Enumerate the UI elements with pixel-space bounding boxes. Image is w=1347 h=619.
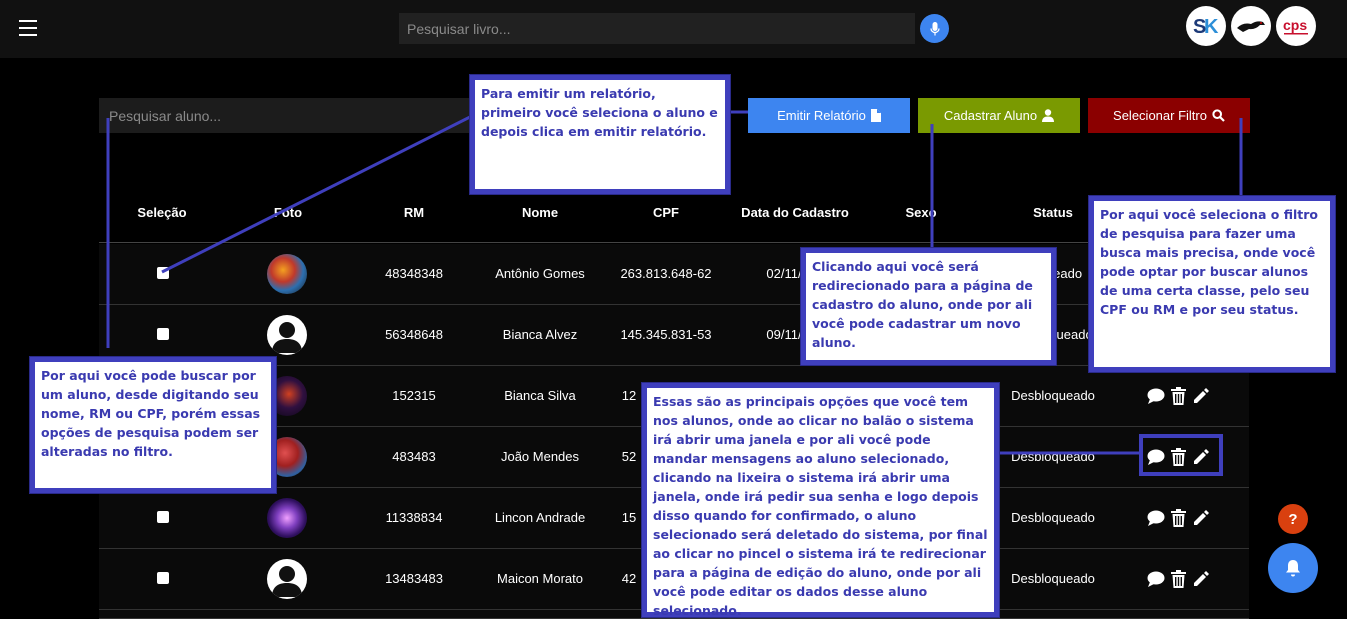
svg-text:K: K [1204, 16, 1219, 38]
svg-text:cps: cps [1283, 17, 1307, 33]
header-cpf: CPF [653, 205, 679, 220]
filter-callout: Por aqui você seleciona o filtro de pesq… [1089, 196, 1335, 372]
avatar [267, 498, 307, 538]
header-selection: Seleção [137, 205, 187, 220]
pencil-icon[interactable] [1192, 387, 1210, 405]
comment-icon[interactable] [1147, 510, 1165, 526]
row-checkbox[interactable] [157, 572, 169, 584]
name-cell: Bianca Silva [504, 388, 576, 403]
actions-callout: Essas são as principais opções que você … [642, 383, 999, 618]
header-photo: Foto [273, 205, 303, 220]
header-rm: RM [403, 205, 425, 220]
comment-icon[interactable] [1147, 388, 1165, 404]
cpf-cell: 263.813.648-62 [620, 266, 712, 281]
rm-cell: 56348648 [385, 327, 443, 342]
emit-report-button[interactable]: Emitir Relatório [748, 98, 910, 133]
cpf-cell: 15 [621, 510, 637, 525]
avatar [267, 315, 307, 355]
microphone-button[interactable] [920, 14, 949, 43]
cpf-cell: 145.345.831-53 [620, 327, 712, 342]
trash-icon[interactable] [1171, 509, 1186, 527]
header-status: Status [1033, 205, 1073, 220]
bell-icon [1286, 560, 1300, 577]
microphone-icon [929, 21, 940, 35]
student-search-input[interactable] [99, 98, 471, 133]
rm-cell: 13483483 [385, 571, 443, 586]
sk-logo: SK [1186, 6, 1226, 46]
select-filter-label: Selecionar Filtro [1113, 108, 1207, 123]
register-student-label: Cadastrar Aluno [943, 108, 1038, 123]
comment-icon[interactable] [1147, 571, 1165, 587]
search-icon [1212, 109, 1225, 122]
name-cell: Bianca Alvez [502, 327, 578, 342]
cpf-cell: 42 [621, 571, 637, 586]
comment-icon[interactable] [1147, 449, 1165, 465]
select-filter-button[interactable]: Selecionar Filtro [1088, 98, 1250, 133]
status-cell: Desbloqueado [1011, 449, 1095, 464]
trash-icon[interactable] [1171, 570, 1186, 588]
pencil-icon[interactable] [1192, 448, 1210, 466]
status-cell: Desbloqueado [1011, 388, 1095, 403]
cpf-cell: 52 [621, 449, 637, 464]
rm-cell: 48348348 [385, 266, 443, 281]
trash-icon[interactable] [1171, 387, 1186, 405]
rm-cell: 483483 [392, 449, 436, 464]
default-user-icon [272, 566, 302, 597]
avatar [267, 254, 307, 294]
header-sex: Sexo [905, 205, 937, 220]
row-checkbox[interactable] [157, 328, 169, 340]
help-button[interactable]: ? [1278, 504, 1308, 534]
search-callout: Por aqui você pode buscar por um aluno, … [30, 357, 276, 493]
file-icon [870, 109, 881, 122]
avatar [267, 559, 307, 599]
top-bar: SK cps [0, 0, 1347, 58]
date-cell: 02/11/ [766, 266, 802, 281]
cpf-cell: 12 [621, 388, 637, 403]
report-callout: Para emitir um relatório, primeiro você … [470, 75, 730, 194]
header-name: Nome [521, 205, 559, 220]
row-actions [1147, 448, 1210, 466]
cps-logo: cps [1276, 6, 1316, 46]
help-icon: ? [1288, 510, 1298, 528]
book-search-input[interactable] [399, 13, 915, 44]
default-user-icon [272, 322, 302, 353]
user-icon [1042, 109, 1055, 122]
table-row[interactable]: 48348348 Antônio Gomes 263.813.648-62 02… [99, 244, 1249, 305]
row-checkbox[interactable] [157, 511, 169, 523]
greyhound-logo [1231, 6, 1271, 46]
header-date: Data do Cadastro [741, 205, 849, 220]
rm-cell: 11338834 [385, 510, 443, 525]
row-actions [1147, 570, 1210, 588]
row-checkbox[interactable] [157, 267, 169, 279]
status-cell: Desbloqueado [1011, 571, 1095, 586]
register-callout: Clicando aqui você será redirecionado pa… [801, 248, 1056, 365]
name-cell: Lincon Andrade [494, 510, 586, 525]
row-actions [1147, 509, 1210, 527]
name-cell: Maicon Morato [497, 571, 583, 586]
row-actions [1147, 387, 1210, 405]
date-cell: 09/11/ [766, 327, 802, 342]
register-student-button[interactable]: Cadastrar Aluno [918, 98, 1080, 133]
emit-report-label: Emitir Relatório [777, 108, 866, 123]
rm-cell: 152315 [392, 388, 436, 403]
name-cell: João Mendes [500, 449, 580, 464]
notifications-button[interactable] [1268, 543, 1318, 593]
menu-icon[interactable] [19, 20, 37, 36]
name-cell: Antônio Gomes [495, 266, 585, 281]
pencil-icon[interactable] [1192, 509, 1210, 527]
status-cell: Desbloqueado [1011, 510, 1095, 525]
pencil-icon[interactable] [1192, 570, 1210, 588]
trash-icon[interactable] [1171, 448, 1186, 466]
